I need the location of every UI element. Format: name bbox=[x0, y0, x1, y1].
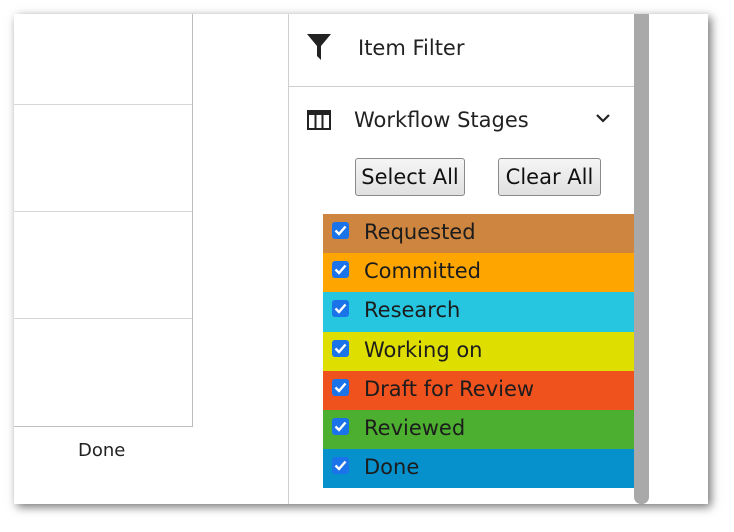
clear-all-button[interactable]: Clear All bbox=[498, 158, 601, 196]
checkmark-icon bbox=[334, 304, 347, 315]
item-filter-header[interactable]: Item Filter bbox=[289, 14, 635, 87]
stage-label: Research bbox=[364, 298, 461, 323]
stage-item[interactable]: Committed bbox=[323, 253, 635, 293]
stage-label: Working on bbox=[364, 337, 483, 362]
column-label-done: Done bbox=[78, 440, 126, 461]
stage-item[interactable]: Requested bbox=[323, 214, 635, 254]
stage-checkbox[interactable] bbox=[332, 378, 349, 396]
stage-item[interactable]: Reviewed bbox=[323, 409, 635, 450]
chevron-down-icon[interactable] bbox=[595, 110, 611, 124]
stage-item[interactable]: Research bbox=[323, 292, 635, 332]
stage-item[interactable]: Draft for Review bbox=[323, 370, 635, 410]
stage-checkbox[interactable] bbox=[332, 222, 349, 239]
board-row bbox=[14, 211, 192, 212]
checkmark-icon bbox=[334, 343, 347, 354]
stage-label: Draft for Review bbox=[364, 376, 535, 401]
filter-panel: Item Filter Workflow Stages Select All C… bbox=[288, 14, 635, 504]
stage-checkbox[interactable] bbox=[332, 261, 349, 279]
checkmark-icon bbox=[334, 225, 347, 236]
checkmark-icon bbox=[334, 460, 347, 471]
stage-label: Committed bbox=[364, 259, 481, 284]
stage-checkbox[interactable] bbox=[332, 339, 349, 357]
kanban-board-column bbox=[14, 14, 193, 427]
columns-icon bbox=[307, 110, 331, 130]
stage-item[interactable]: Done bbox=[323, 449, 635, 489]
workflow-stage-list: Requested Committed Research Working on Draf… bbox=[323, 214, 635, 489]
stage-label: Requested bbox=[364, 220, 476, 244]
app-window: Done Item Filter Workflow Stages Select … bbox=[14, 14, 708, 504]
stage-checkbox[interactable] bbox=[332, 417, 349, 435]
funnel-icon bbox=[307, 34, 331, 60]
checkmark-icon bbox=[334, 382, 347, 393]
stage-item[interactable]: Working on bbox=[323, 331, 635, 371]
stage-label: Done bbox=[364, 455, 420, 480]
stage-checkbox[interactable] bbox=[332, 457, 349, 475]
stage-label: Reviewed bbox=[364, 415, 466, 440]
stage-checkbox[interactable] bbox=[332, 300, 349, 318]
panel-scrollbar[interactable] bbox=[634, 14, 649, 504]
item-filter-title: Item Filter bbox=[358, 36, 465, 60]
board-row bbox=[14, 104, 192, 105]
workflow-stages-title[interactable]: Workflow Stages bbox=[354, 108, 529, 132]
checkmark-icon bbox=[334, 421, 347, 432]
checkmark-icon bbox=[334, 264, 347, 275]
select-all-button[interactable]: Select All bbox=[355, 158, 465, 196]
board-row bbox=[14, 318, 192, 319]
